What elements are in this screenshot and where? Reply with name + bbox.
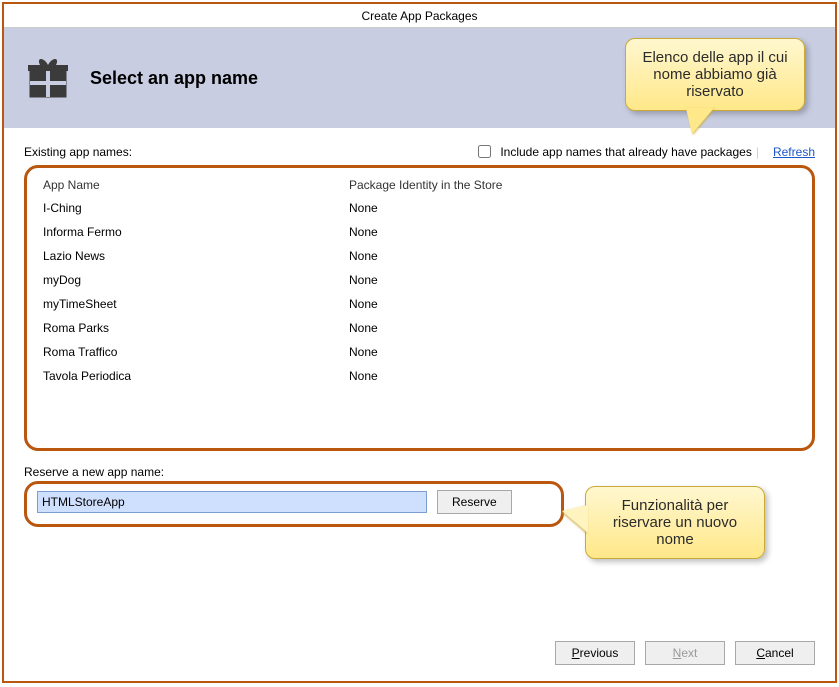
existing-apps-panel: App Name Package Identity in the Store I… (24, 165, 815, 451)
table-row[interactable]: Tavola PeriodicaNone (37, 364, 802, 388)
cell-package-identity: None (343, 292, 802, 316)
table-row[interactable]: I-ChingNone (37, 196, 802, 220)
existing-label: Existing app names: (24, 145, 132, 159)
separator: | (756, 145, 759, 159)
cell-package-identity: None (343, 364, 802, 388)
include-checkbox-label: Include app names that already have pack… (500, 145, 752, 159)
reserve-panel: Reserve (24, 481, 564, 527)
previous-button[interactable]: Previous (555, 641, 635, 665)
apps-table: App Name Package Identity in the Store I… (37, 174, 802, 388)
col-header-appname[interactable]: App Name (37, 174, 343, 196)
table-row[interactable]: Roma ParksNone (37, 316, 802, 340)
reserve-label: Reserve a new app name: (24, 465, 815, 479)
cell-package-identity: None (343, 316, 802, 340)
table-row[interactable]: myDogNone (37, 268, 802, 292)
table-row[interactable]: myTimeSheetNone (37, 292, 802, 316)
reserve-button[interactable]: Reserve (437, 490, 512, 514)
col-header-package[interactable]: Package Identity in the Store (343, 174, 802, 196)
cell-package-identity: None (343, 268, 802, 292)
table-row[interactable]: Lazio NewsNone (37, 244, 802, 268)
cell-app-name: myTimeSheet (37, 292, 343, 316)
cell-app-name: myDog (37, 268, 343, 292)
table-row[interactable]: Informa FermoNone (37, 220, 802, 244)
cell-app-name: Tavola Periodica (37, 364, 343, 388)
include-packages-checkbox[interactable]: Include app names that already have pack… (474, 142, 752, 161)
footer: Previous Next Cancel (555, 641, 815, 665)
cell-package-identity: None (343, 220, 802, 244)
cell-package-identity: None (343, 340, 802, 364)
cell-app-name: I-Ching (37, 196, 343, 220)
cell-app-name: Informa Fermo (37, 220, 343, 244)
gift-icon (24, 53, 72, 104)
annotation-balloon-top: Elenco delle app il cui nome abbiamo già… (625, 38, 805, 111)
cancel-button[interactable]: Cancel (735, 641, 815, 665)
cell-package-identity: None (343, 196, 802, 220)
cell-package-identity: None (343, 244, 802, 268)
reserve-input[interactable] (37, 491, 427, 513)
cell-app-name: Roma Parks (37, 316, 343, 340)
next-button[interactable]: Next (645, 641, 725, 665)
page-title: Select an app name (90, 68, 258, 89)
table-row[interactable]: Roma TrafficoNone (37, 340, 802, 364)
include-checkbox-input[interactable] (478, 145, 491, 158)
window-title: Create App Packages (4, 4, 835, 28)
refresh-link[interactable]: Refresh (773, 145, 815, 159)
annotation-balloon-bottom: Funzionalità per riservare un nuovo nome (585, 486, 765, 559)
cell-app-name: Lazio News (37, 244, 343, 268)
cell-app-name: Roma Traffico (37, 340, 343, 364)
